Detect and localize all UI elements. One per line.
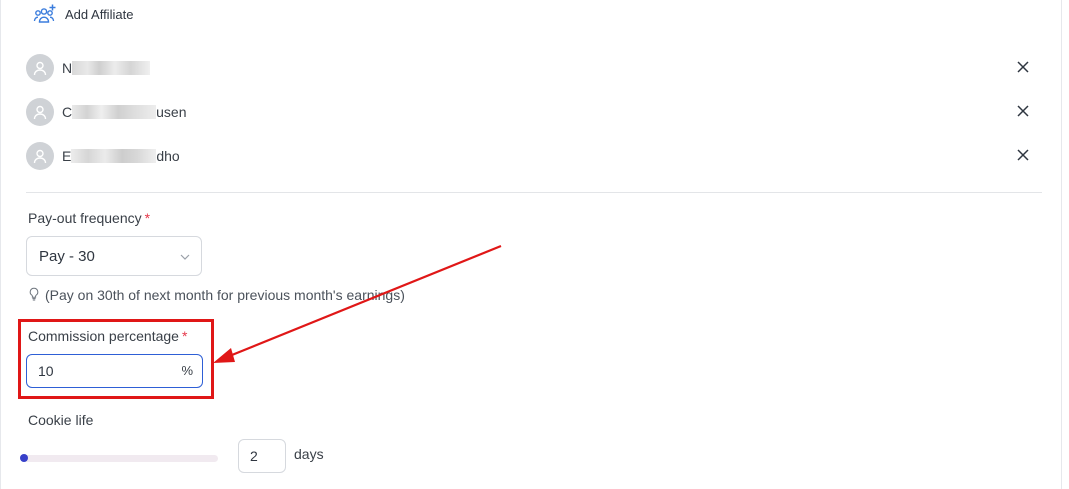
affiliate-name: Cusen <box>62 104 187 120</box>
affiliate-item: Edho <box>26 141 1046 171</box>
affiliate-item: N <box>26 53 1046 83</box>
user-icon <box>26 98 54 126</box>
commission-percentage-value: 10 <box>38 363 54 379</box>
payout-hint: (Pay on 30th of next month for previous … <box>28 286 405 304</box>
payout-frequency-select[interactable]: Pay - 30 <box>26 236 202 276</box>
redacted-name <box>71 149 157 163</box>
cookie-life-days-input[interactable]: 2 <box>238 439 286 473</box>
days-label: days <box>294 446 324 462</box>
commission-percentage-input[interactable]: 10 % <box>26 354 203 388</box>
payout-frequency-value: Pay - 30 <box>39 247 95 265</box>
redacted-name <box>72 105 157 119</box>
remove-affiliate-button[interactable] <box>1014 102 1032 120</box>
remove-affiliate-button[interactable] <box>1014 146 1032 164</box>
cookie-life-label: Cookie life <box>28 412 94 428</box>
user-icon <box>26 54 54 82</box>
lightbulb-icon <box>28 287 40 304</box>
commission-percentage-label: Commission percentage * <box>28 328 188 344</box>
add-users-icon <box>33 4 57 24</box>
payout-frequency-label: Pay-out frequency * <box>28 210 151 226</box>
affiliate-item: Cusen <box>26 97 1046 127</box>
remove-affiliate-button[interactable] <box>1014 58 1032 76</box>
cookie-life-slider-handle[interactable] <box>20 454 28 462</box>
section-divider <box>26 192 1042 193</box>
close-icon <box>1017 105 1029 117</box>
add-affiliate-button[interactable]: Add Affiliate <box>33 3 133 25</box>
close-icon <box>1017 149 1029 161</box>
affiliate-name: Edho <box>62 148 180 164</box>
redacted-name <box>72 61 151 75</box>
cookie-life-slider[interactable] <box>24 455 218 462</box>
user-icon <box>26 142 54 170</box>
percent-unit: % <box>181 363 193 378</box>
close-icon <box>1017 61 1029 73</box>
affiliate-settings-panel: Add Affiliate N Cusen Edho Pay-out frequ… <box>0 0 1062 489</box>
chevron-down-icon <box>179 250 191 268</box>
affiliate-name: N <box>62 60 151 76</box>
add-affiliate-label: Add Affiliate <box>65 6 134 22</box>
